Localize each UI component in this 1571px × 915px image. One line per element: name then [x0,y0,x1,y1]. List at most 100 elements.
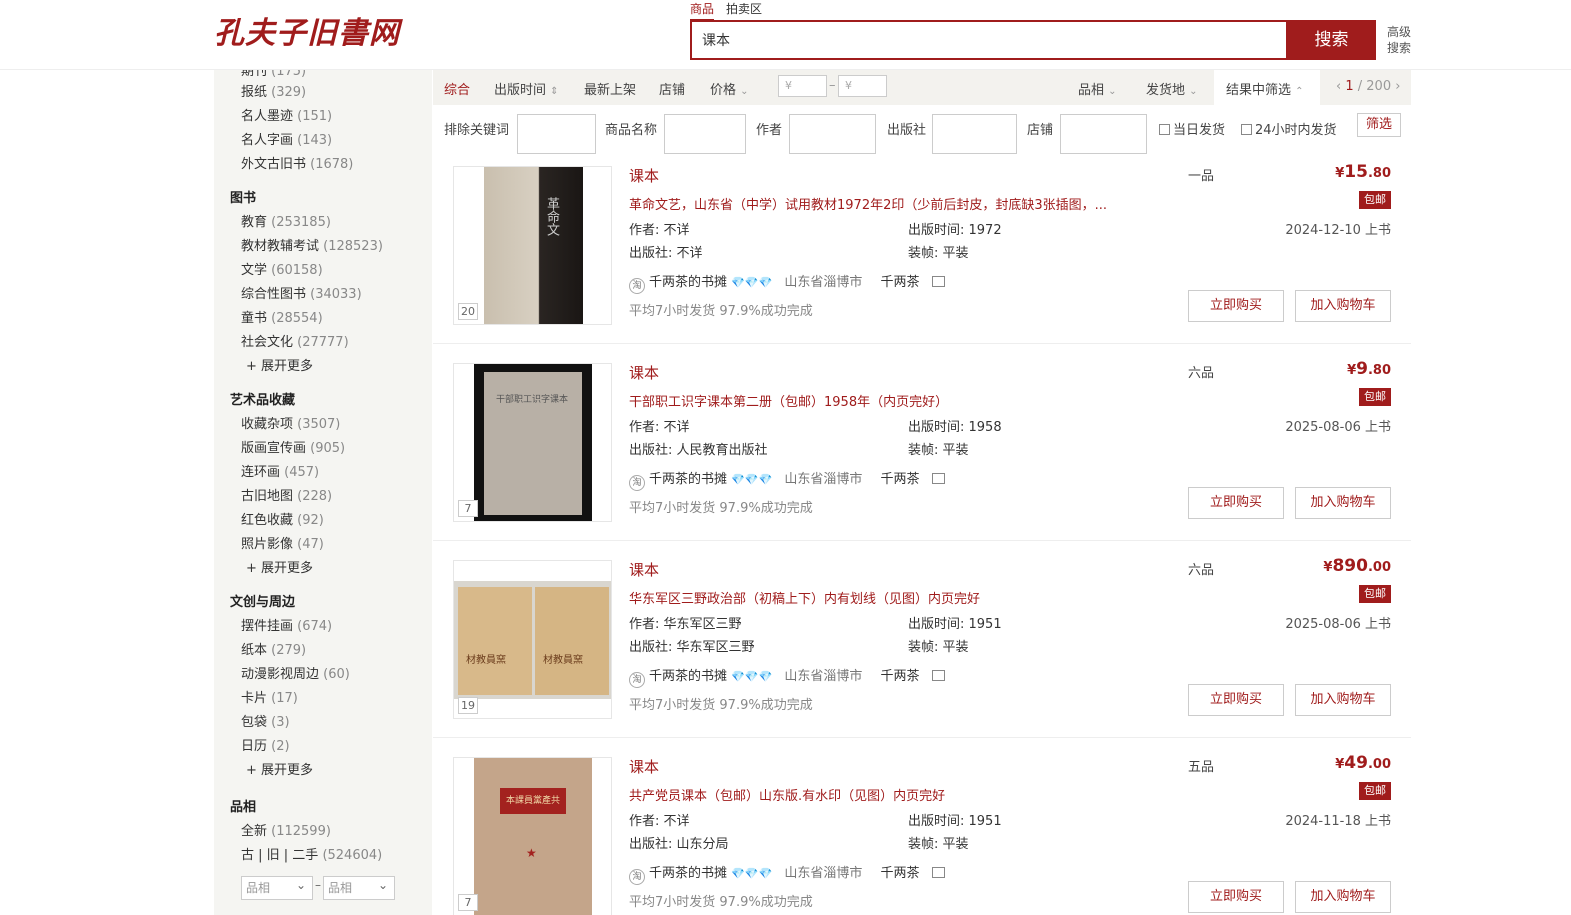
product-thumbnail[interactable]: 材教員窯 材教員窯 19 [453,560,612,719]
sidebar-item[interactable]: 包袋 (3) [241,711,290,730]
sort-publish-time[interactable]: 出版时间 ⇕ [494,79,559,98]
product-pub-year: 出版时间: 1951 [908,814,1002,829]
seller-name[interactable]: 千两茶 [881,275,920,290]
product-item: 革命文 20 课本 革命文艺，山东省（中学）试用教材1972年2印（少前后封皮，… [433,147,1411,344]
prev-page-icon[interactable]: ‹ [1336,79,1341,94]
shop-name[interactable]: 千两茶的书摊 [649,866,727,881]
advanced-search-link[interactable]: 高级搜索 [1387,24,1417,56]
sort-default[interactable]: 综合 [444,79,470,98]
author-label: 作者 [756,123,783,138]
product-title[interactable]: 干部职工识字课本第二册（包邮）1958年（内页完好） [629,391,1149,410]
sidebar-item[interactable]: 收藏杂项 (3507) [241,413,340,432]
add-to-cart-button[interactable]: 加入购物车 [1295,684,1391,716]
grade-min-select[interactable]: 品相 [241,874,313,900]
sort-newest[interactable]: 最新上架 [584,79,636,98]
grade-max-select[interactable]: 品相 [323,874,395,900]
sidebar-item[interactable]: 纸本 (279) [241,639,306,658]
buy-now-button[interactable]: 立即购买 [1188,684,1284,716]
chevron-up-icon: ⌃ [1295,86,1304,97]
sidebar-item[interactable]: 教材教辅考试 (128523) [241,235,383,254]
sidebar-item[interactable]: 综合性图书 (34033) [241,283,362,302]
sort-price[interactable]: 价格 ⌄ [710,79,749,98]
sidebar-item[interactable]: 外文古旧书 (1678) [241,153,353,172]
sidebar-item[interactable]: 名人字画 (143) [241,129,332,148]
buy-now-button[interactable]: 立即购买 [1188,881,1284,913]
sidebar-item[interactable]: 古旧地图 (228) [241,485,332,504]
shop-name[interactable]: 千两茶的书摊 [649,275,727,290]
apply-filter-button[interactable]: 筛选 [1357,113,1401,137]
search-box [690,20,1288,60]
add-to-cart-button[interactable]: 加入购物车 [1295,487,1391,519]
seller-name[interactable]: 千两茶 [881,669,920,684]
shop-name[interactable]: 千两茶的书摊 [649,669,727,684]
price-max-input[interactable]: ¥ [838,75,887,97]
product-pub-year: 出版时间: 1972 [908,223,1002,238]
product-title[interactable]: 共产党员课本（包邮）山东版.有水印（见图）内页完好 [629,785,1149,804]
add-to-cart-button[interactable]: 加入购物车 [1295,881,1391,913]
expand-more-link[interactable]: + 展开更多 [246,355,313,374]
sidebar-item[interactable]: 童书 (28554) [241,307,323,326]
filter-in-results[interactable]: 结果中筛选 ⌃ [1226,79,1304,98]
site-logo[interactable]: 孔夫子旧書网 [214,8,400,52]
product-title[interactable]: 革命文艺，山东省（中学）试用教材1972年2印（少前后封皮，封底缺3张插图，..… [629,194,1149,213]
filter-ship-from[interactable]: 发货地 ⌄ [1146,79,1198,98]
price-min-input[interactable]: ¥ [778,75,827,97]
sidebar-item[interactable]: 版画宣传画 (905) [241,437,345,456]
product-title[interactable]: 华东军区三野政治部（初稿上下）内有划线（见图）内页完好 [629,588,1149,607]
shop-stats: 平均7小时发货 97.9%成功完成 [629,698,813,713]
product-category[interactable]: 课本 [629,362,659,383]
sidebar-item[interactable]: 报纸 (329) [241,81,306,100]
chat-icon[interactable] [931,867,945,878]
sidebar-item[interactable]: 红色收藏 (92) [241,509,324,528]
exclude-keyword-label: 排除关键词 [444,123,510,138]
product-category[interactable]: 课本 [629,756,659,777]
image-count-badge: 7 [458,500,478,517]
sidebar-item[interactable]: 名人墨迹 (151) [241,105,332,124]
ship-24h-checkbox[interactable]: 24小时内发货 [1241,119,1337,138]
price-range-separator: – [829,78,836,93]
search-button[interactable]: 搜索 [1287,20,1376,60]
sidebar-item[interactable]: 摆件挂画 (674) [241,615,332,634]
same-day-ship-checkbox[interactable]: 当日发货 [1159,119,1225,138]
product-thumbnail[interactable]: 革命文 20 [453,166,612,325]
expand-more-link[interactable]: + 展开更多 [246,557,313,576]
next-page-icon[interactable]: › [1395,79,1400,94]
product-category[interactable]: 课本 [629,165,659,186]
tab-goods[interactable]: 商品 [690,0,715,21]
product-category[interactable]: 课本 [629,559,659,580]
filter-grade[interactable]: 品相 ⌄ [1078,79,1117,98]
chat-icon[interactable] [931,276,945,287]
sort-shop[interactable]: 店铺 [659,79,685,98]
sidebar-item[interactable]: 全新 (112599) [241,820,331,839]
buy-now-button[interactable]: 立即购买 [1188,290,1284,322]
buy-now-button[interactable]: 立即购买 [1188,487,1284,519]
cover-title: 干部职工识字课本 [496,395,569,405]
chat-icon[interactable] [931,670,945,681]
sidebar-item[interactable]: 动漫影视周边 (60) [241,663,350,682]
sidebar-item[interactable]: 期刊 (175) [241,70,306,79]
expand-more-link[interactable]: + 展开更多 [246,759,313,778]
chat-icon[interactable] [931,473,945,484]
sidebar-item[interactable]: 卡片 (17) [241,687,298,706]
current-page: 1 [1345,79,1354,94]
product-thumbnail[interactable]: 本課員黨產共 ★ 7 [453,757,612,915]
search-input[interactable] [692,22,1286,58]
seller-name[interactable]: 千两茶 [881,866,920,881]
seller-name[interactable]: 千两茶 [881,472,920,487]
product-price: ¥9.80 [1347,359,1391,379]
sidebar-item[interactable]: 古 | 旧 | 二手 (524604) [241,844,382,863]
sidebar-item[interactable]: 连环画 (457) [241,461,319,480]
chevron-down-icon: ⌄ [740,86,749,97]
shop-name[interactable]: 千两茶的书摊 [649,472,727,487]
tab-auction[interactable]: 拍卖区 [726,0,762,21]
sidebar-item[interactable]: 日历 (2) [241,735,290,754]
product-price: ¥49.00 [1335,753,1391,773]
pager: ‹ 1 / 200 › [1336,79,1400,94]
sidebar-item[interactable]: 教育 (253185) [241,211,331,230]
sidebar-item[interactable]: 文学 (60158) [241,259,323,278]
add-to-cart-button[interactable]: 加入购物车 [1295,290,1391,322]
product-thumbnail[interactable]: 干部职工识字课本 7 [453,363,612,522]
sidebar-item[interactable]: 社会文化 (27777) [241,331,349,350]
sidebar-item[interactable]: 照片影像 (47) [241,533,324,552]
shop-stats: 平均7小时发货 97.9%成功完成 [629,501,813,516]
